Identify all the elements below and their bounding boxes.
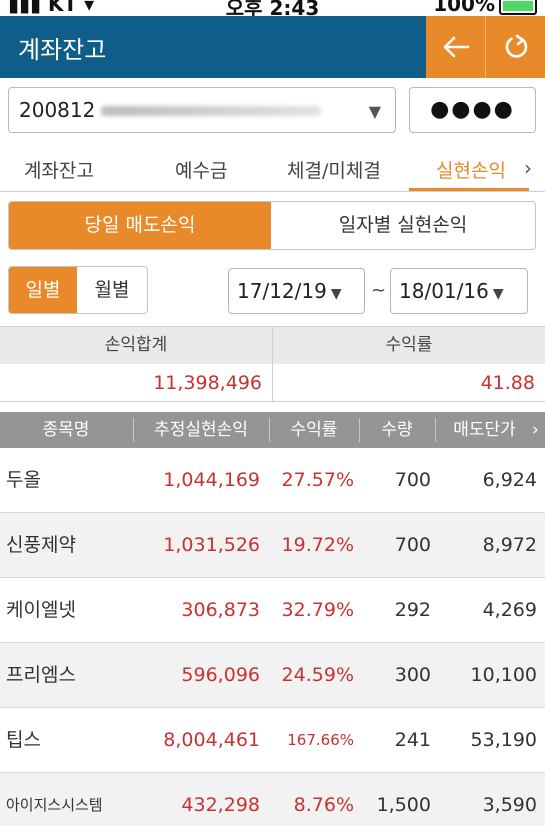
return-rate: 24.59% xyxy=(281,664,354,686)
quantity: 700 xyxy=(394,469,431,491)
segment-today-sell-pl[interactable]: 당일 매도손익 xyxy=(9,202,271,249)
realized-pl: 1,044,169 xyxy=(163,469,260,491)
quantity: 292 xyxy=(394,599,431,621)
date-range-separator: ~ xyxy=(371,280,387,301)
account-select[interactable]: 200812 ▼ xyxy=(8,87,396,133)
status-bar: ▮▮▮ KT ▾ 오후 2:43 100% xyxy=(0,0,545,16)
column-header-est-realized-pl: 추정실현손익 xyxy=(154,420,248,440)
date-from-value: 17/12/19 xyxy=(237,279,327,303)
dropdown-arrow-icon: ▼ xyxy=(330,286,342,302)
realized-pl: 1,031,526 xyxy=(163,534,260,556)
sell-price: 8,972 xyxy=(482,534,537,556)
account-number: 200812 xyxy=(19,98,96,122)
return-rate: 27.57% xyxy=(281,469,354,491)
summary-total-pl-value: 11,398,496 xyxy=(153,372,262,394)
tab-deposit[interactable]: 예수금 xyxy=(175,156,227,183)
stock-name: 두올 xyxy=(6,469,41,491)
quantity: 1,500 xyxy=(376,794,431,816)
date-to-select[interactable]: 18/01/16 ▼ xyxy=(390,268,528,314)
refresh-icon xyxy=(505,34,527,58)
return-rate: 167.66% xyxy=(287,731,354,749)
quantity: 241 xyxy=(394,729,431,751)
stock-name: 팁스 xyxy=(6,729,41,751)
column-header-quantity: 수량 xyxy=(381,420,413,440)
period-daily-button[interactable]: 일별 xyxy=(9,267,77,313)
column-header-sell-price: 매도단가 xyxy=(453,420,516,440)
sell-price: 10,100 xyxy=(470,664,537,686)
stock-name: 아이지스시스템 xyxy=(6,796,103,814)
chevron-right-icon[interactable]: › xyxy=(532,412,545,448)
realized-pl: 596,096 xyxy=(181,664,260,686)
page-title: 계좌잔고 xyxy=(18,36,107,64)
sell-price: 53,190 xyxy=(470,729,537,751)
dropdown-arrow-icon: ▼ xyxy=(368,102,381,121)
stock-name: 케이엘넷 xyxy=(6,599,76,621)
realized-pl: 8,004,461 xyxy=(163,729,260,751)
return-rate: 8.76% xyxy=(293,794,354,816)
tab-account-balance[interactable]: 계좌잔고 xyxy=(24,156,94,183)
return-rate: 32.79% xyxy=(281,599,354,621)
summary-header-return-rate: 수익률 xyxy=(273,327,545,364)
date-to-value: 18/01/16 xyxy=(399,279,489,303)
battery-percent: 100% xyxy=(433,0,495,16)
column-header-return-rate: 수익률 xyxy=(290,420,338,440)
tab-realized-pl[interactable]: 실현손익 xyxy=(436,156,506,183)
sell-price: 3,590 xyxy=(482,794,537,816)
sell-price: 6,924 xyxy=(482,469,537,491)
table-row[interactable]: 두올 1,044,169 27.57% 700 6,924 xyxy=(0,448,545,513)
realized-pl: 306,873 xyxy=(181,599,260,621)
title-bar: 계좌잔고 xyxy=(0,16,545,78)
back-button[interactable] xyxy=(426,16,485,78)
refresh-button[interactable] xyxy=(486,16,545,78)
table-row[interactable]: 신풍제약 1,031,526 19.72% 700 8,972 xyxy=(0,513,545,578)
battery-icon xyxy=(499,0,537,15)
dropdown-arrow-icon: ▼ xyxy=(492,286,504,302)
summary-return-rate-value: 41.88 xyxy=(480,372,535,394)
quantity: 300 xyxy=(394,664,431,686)
quantity: 700 xyxy=(394,534,431,556)
sell-price: 4,269 xyxy=(482,599,537,621)
table-row[interactable]: 팁스 8,004,461 167.66% 241 53,190 xyxy=(0,708,545,773)
arrow-left-icon xyxy=(443,36,469,58)
period-monthly-button[interactable]: 월별 xyxy=(77,267,147,313)
summary-divider xyxy=(272,327,273,402)
account-name-masked xyxy=(101,106,321,116)
tab-executed-unexecuted[interactable]: 체결/미체결 xyxy=(287,156,381,183)
date-from-select[interactable]: 17/12/19 ▼ xyxy=(228,268,365,314)
tab-bar: 계좌잔고 예수금 체결/미체결 실현손익 › xyxy=(0,142,545,192)
table-row[interactable]: 프리엠스 596,096 24.59% 300 10,100 xyxy=(0,643,545,708)
stock-name: 신풍제약 xyxy=(6,534,76,556)
period-toggle: 일별 월별 xyxy=(8,266,148,314)
table-row[interactable]: 케이엘넷 306,873 32.79% 292 4,269 xyxy=(0,578,545,643)
segment-daily-realized-pl[interactable]: 일자별 실현손익 xyxy=(271,202,535,249)
active-tab-indicator xyxy=(409,188,529,191)
return-rate: 19.72% xyxy=(281,534,354,556)
pl-summary: 손익합계 수익률 11,398,496 41.88 xyxy=(0,326,545,402)
chevron-right-icon[interactable]: › xyxy=(524,156,532,180)
stock-name: 프리엠스 xyxy=(6,664,76,686)
realized-pl: 432,298 xyxy=(181,794,260,816)
table-row[interactable]: 아이지스시스템 432,298 8.76% 1,500 3,590 xyxy=(0,773,545,826)
column-header-stock-name: 종목명 xyxy=(42,420,90,440)
summary-header-total-pl: 손익합계 xyxy=(0,327,272,364)
battery-status: 100% xyxy=(433,0,537,16)
table-header: 종목명 추정실현손익 수익률 수량 매도단가 › xyxy=(0,412,545,448)
pl-type-segment: 당일 매도손익 일자별 실현손익 xyxy=(8,201,536,250)
password-field[interactable]: ●●●● xyxy=(409,87,536,133)
